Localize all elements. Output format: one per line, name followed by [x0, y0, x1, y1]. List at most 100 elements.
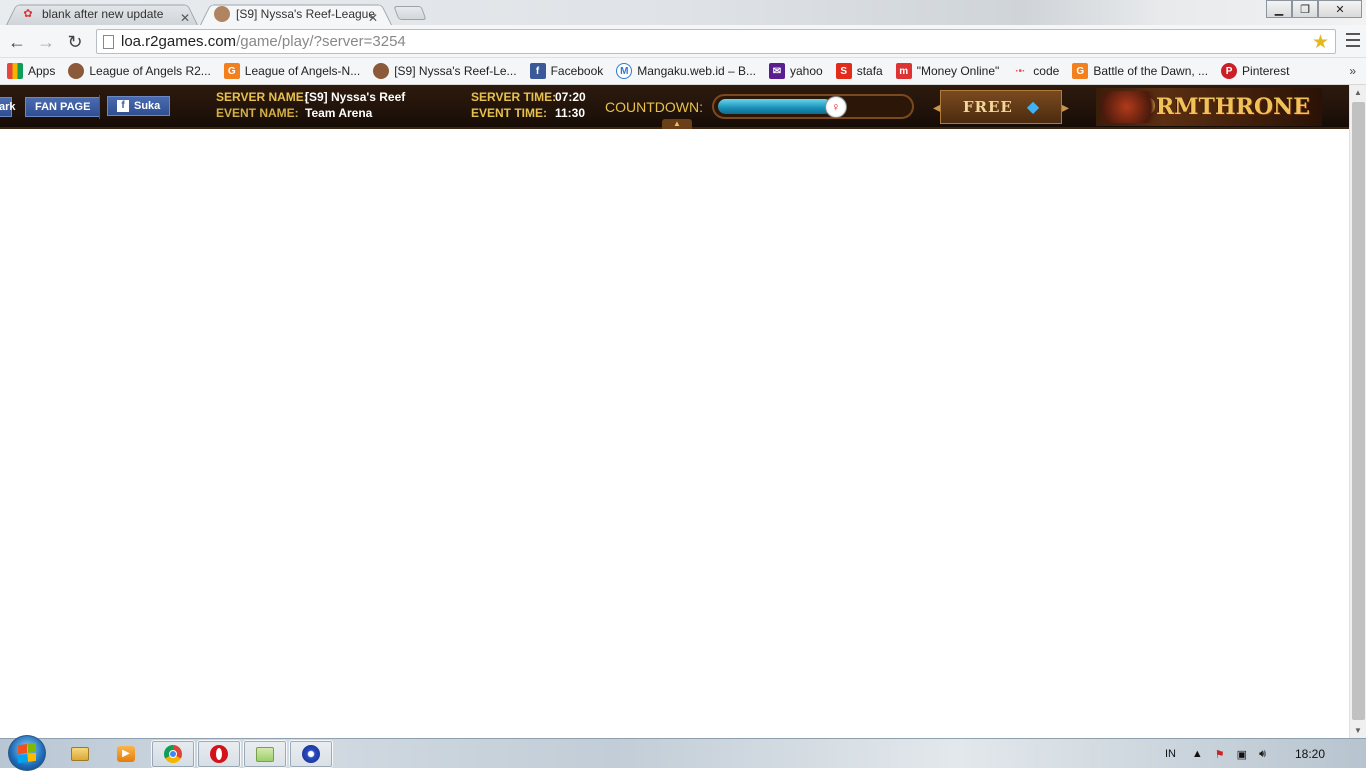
- scrollbar-thumb[interactable]: [1352, 102, 1365, 720]
- free-button-body: FREE ◆: [940, 90, 1062, 124]
- action-center-flag-icon[interactable]: ⚑: [1215, 748, 1225, 761]
- like-button[interactable]: f Suka: [107, 96, 171, 116]
- stormthrone-banner[interactable]: STORMTHRONE: [1096, 88, 1322, 126]
- scroll-down-arrow-icon[interactable]: ▼: [1354, 726, 1362, 735]
- bookmark-mangaku[interactable]: M Mangaku.web.id – B...: [616, 63, 756, 79]
- bookmark-stafa[interactable]: S stafa: [835, 63, 883, 79]
- forward-arrow-icon[interactable]: →: [35, 31, 57, 53]
- tab-close-icon[interactable]: ✕: [180, 11, 190, 25]
- show-hidden-icons-icon[interactable]: ▲: [1192, 748, 1203, 760]
- back-arrow-icon[interactable]: ←: [6, 31, 28, 53]
- countdown-progress-fill: [718, 99, 832, 114]
- folder-icon[interactable]: [243, 740, 287, 768]
- tab-blank-after-update[interactable]: ✿ blank after new update ✕: [6, 2, 198, 25]
- chrome-menu-icon[interactable]: [1346, 33, 1360, 47]
- server-name-label: SERVER NAME:: [216, 90, 308, 104]
- language-label: IN: [1165, 748, 1176, 760]
- opera-icon[interactable]: [197, 740, 241, 768]
- bookmark-label: League of Angels R2...: [89, 64, 211, 78]
- event-time-label: EVENT TIME:: [471, 106, 548, 120]
- free-gem-button[interactable]: ◂ FREE ◆ ▸: [926, 89, 1076, 125]
- tab-title: blank after new update: [42, 6, 164, 21]
- bookmark-label: Apps: [28, 64, 56, 78]
- game-content-area[interactable]: [0, 131, 1349, 738]
- diamond-gem-icon: ◆: [1026, 99, 1040, 116]
- partial-left-button-label: ark: [0, 101, 16, 113]
- bookmarks-overflow-icon[interactable]: »: [1349, 64, 1356, 78]
- facebook-icon: f: [117, 100, 129, 112]
- vertical-scrollbar[interactable]: ▲ ▼: [1349, 85, 1366, 738]
- m-red-icon: m: [895, 63, 912, 79]
- bookmark-league-of-angels-r2[interactable]: League of Angels R2...: [68, 63, 211, 79]
- bookmark-apps[interactable]: Apps: [7, 63, 55, 79]
- close-window-button[interactable]: ✕: [1318, 0, 1362, 18]
- g-orange-icon: G: [223, 63, 240, 79]
- volume-icon[interactable]: 🔊︎: [1259, 748, 1266, 761]
- media-player-icon[interactable]: ▶: [104, 740, 148, 768]
- app-icon[interactable]: [289, 740, 333, 768]
- bookmark-star-icon[interactable]: ★: [1312, 31, 1329, 54]
- event-time-value: 11:30: [555, 106, 586, 120]
- bookmarks-bar: Apps League of Angels R2... G League of …: [0, 58, 1366, 85]
- facebook-icon: f: [529, 63, 546, 79]
- tab-favicon-icon: ✿: [23, 8, 33, 20]
- angel-avatar-icon: [373, 63, 390, 79]
- reload-icon[interactable]: ↻: [64, 31, 86, 53]
- bookmark-label: code: [1033, 64, 1060, 78]
- free-label: FREE: [962, 98, 1013, 116]
- browser-titlebar: ✿ blank after new update ✕ [S9] Nyssa's …: [0, 0, 1366, 25]
- server-name-value: [S9] Nyssa's Reef: [305, 90, 406, 104]
- bookmark-s9-nyssas-reef[interactable]: [S9] Nyssa's Reef-Le...: [373, 63, 517, 79]
- fan-page-button[interactable]: FAN PAGE: [25, 97, 101, 117]
- minimize-button[interactable]: ▁: [1266, 0, 1292, 18]
- bookmark-label: League of Angels-N...: [244, 64, 361, 78]
- network-icon[interactable]: ▣: [1237, 748, 1247, 761]
- restore-button[interactable]: ❐: [1292, 0, 1318, 18]
- page-icon: [103, 35, 114, 49]
- bookmark-yahoo[interactable]: ✉ yahoo: [769, 63, 823, 79]
- url-host: loa.r2games.com: [121, 33, 237, 50]
- g-orange-icon: G: [1072, 63, 1089, 79]
- tab-nyssas-reef[interactable]: [S9] Nyssa's Reef-League o ✕: [200, 2, 392, 25]
- server-time-label: SERVER TIME:: [471, 90, 557, 104]
- bookmark-pinterest[interactable]: P Pinterest: [1221, 63, 1289, 79]
- apps-grid-icon: [7, 63, 23, 79]
- left-arrow-ornament-icon: ◂: [932, 98, 940, 115]
- divider: [99, 95, 100, 119]
- scroll-up-arrow-icon[interactable]: ▲: [1354, 88, 1362, 97]
- tab-title: [S9] Nyssa's Reef-League o: [236, 6, 376, 21]
- explorer-icon[interactable]: [58, 740, 102, 768]
- start-button[interactable]: [8, 735, 46, 771]
- system-tray: ▲ ⚑ ▣ 🔊︎: [1180, 739, 1266, 769]
- partial-left-button[interactable]: ark: [0, 97, 16, 117]
- server-time-value: 07:20: [555, 90, 586, 104]
- language-indicator[interactable]: IN: [1153, 739, 1176, 769]
- s-icon: S: [835, 63, 852, 79]
- bookmark-facebook[interactable]: f Facebook: [529, 63, 603, 79]
- countdown-progress-bar: ♀: [712, 94, 914, 119]
- browser-toolbar: ← → ↻ loa.r2games.com/game/play/?server=…: [0, 25, 1366, 58]
- fan-page-label: FAN PAGE: [35, 101, 91, 113]
- bookmark-label: stafa: [856, 64, 883, 78]
- clock[interactable]: 18:20: [1295, 747, 1325, 761]
- chrome-icon[interactable]: [151, 740, 195, 768]
- bookmark-money-online[interactable]: m "Money Online": [895, 63, 999, 79]
- address-bar[interactable]: loa.r2games.com/game/play/?server=3254 ★: [96, 29, 1336, 54]
- window-controls: ▁ ❐ ✕: [1266, 0, 1362, 18]
- angel-avatar-icon: [68, 63, 85, 79]
- bookmark-label: yahoo: [790, 64, 823, 78]
- pinterest-icon: P: [1221, 63, 1238, 79]
- like-label: Suka: [134, 100, 161, 112]
- right-arrow-ornament-icon: ▸: [1062, 98, 1070, 115]
- new-tab-button[interactable]: [393, 6, 427, 20]
- tab-close-icon[interactable]: ✕: [368, 11, 378, 25]
- bookmark-league-of-angels-n[interactable]: G League of Angels-N...: [223, 63, 361, 79]
- event-name-value: Team Arena: [305, 106, 373, 120]
- bookmark-battle-of-the-dawn[interactable]: G Battle of the Dawn, ...: [1072, 63, 1208, 79]
- bookmark-code[interactable]: ·•· code: [1012, 63, 1059, 79]
- collapse-header-button[interactable]: ▲: [662, 119, 692, 129]
- m-icon: M: [616, 63, 633, 79]
- dots-icon: ·•·: [1015, 65, 1026, 77]
- bookmark-label: Pinterest: [1242, 64, 1290, 78]
- mail-icon: ✉: [769, 63, 785, 79]
